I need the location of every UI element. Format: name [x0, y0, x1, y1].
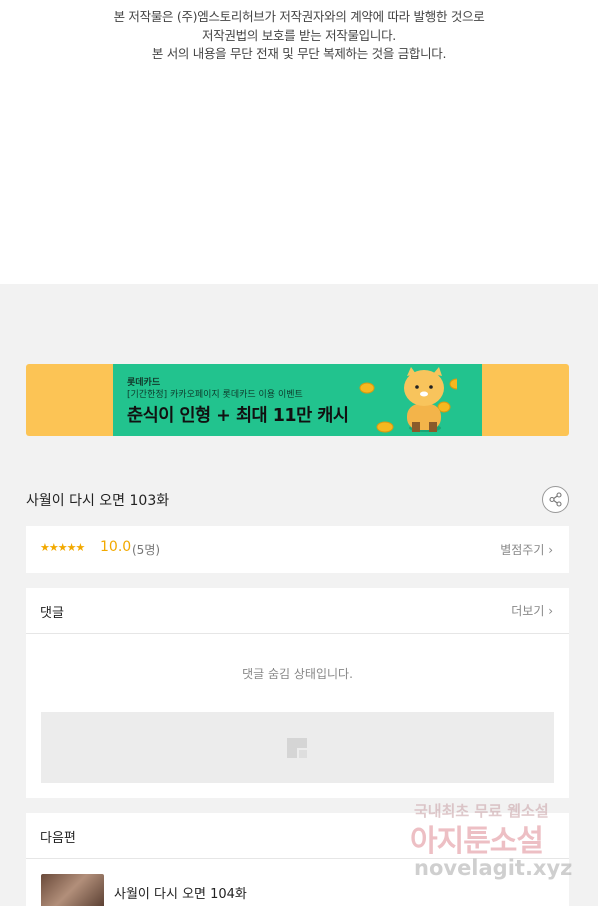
- rating-card: ★★★★★ 10.0 (5명) 별점주기 ›: [26, 526, 569, 573]
- next-episode-title: 사월이 다시 오면 104화: [114, 887, 247, 902]
- star-rating-icon: ★★★★★: [40, 541, 85, 554]
- copyright-line-1: 본 저작물은 (주)엠스토리허브가 저작권자와의 계약에 따라 발행한 것으로: [113, 9, 485, 24]
- episode-thumbnail: [41, 874, 104, 906]
- rating-count: (5명): [132, 543, 161, 557]
- episode-title-row: 사월이 다시 오면 103화: [26, 486, 569, 514]
- comment-header: 댓글 더보기 ›: [26, 588, 569, 634]
- copyright-line-3: 본 서의 내용을 무단 전재 및 무단 복제하는 것을 금합니다.: [151, 46, 447, 61]
- ad-subtitle: [기간한정] 카카오페이지 롯데카드 이용 이벤트: [127, 390, 303, 400]
- rate-button[interactable]: 별점주기 ›: [500, 541, 553, 558]
- comment-label: 댓글: [40, 606, 64, 621]
- ad-banner-content[interactable]: 롯데카드 [기간한정] 카카오페이지 롯데카드 이용 이벤트 춘식이 인형 + …: [113, 364, 482, 436]
- ad-headline: 춘식이 인형 + 최대 11만 캐시: [127, 406, 349, 426]
- next-label: 다음편: [40, 831, 76, 846]
- comment-more-link[interactable]: 더보기 ›: [511, 602, 553, 619]
- comment-section: 댓글 더보기 › 댓글 숨김 상태입니다.: [26, 588, 569, 798]
- copyright-notice: 본 저작물은 (주)엠스토리허브가 저작권자와의 계약에 따라 발행한 것으로 …: [0, 0, 598, 284]
- character-illustration-icon: [359, 367, 457, 433]
- image-placeholder-icon: [287, 738, 307, 758]
- ad-banner[interactable]: 롯데카드 [기간한정] 카카오페이지 롯데카드 이용 이벤트 춘식이 인형 + …: [26, 364, 569, 436]
- share-button[interactable]: [542, 486, 569, 513]
- next-header: 다음편: [26, 813, 569, 859]
- next-episode-section: 다음편 사월이 다시 오면 104화: [26, 813, 569, 906]
- copyright-line-2: 저작권법의 보호를 받는 저작물입니다.: [202, 27, 396, 43]
- episode-title: 사월이 다시 오면 103화: [26, 493, 170, 509]
- share-icon: [549, 492, 562, 507]
- comment-hidden-message: 댓글 숨김 상태입니다.: [242, 667, 353, 681]
- rating-score: 10.0: [100, 539, 132, 555]
- ad-placeholder[interactable]: [41, 712, 554, 783]
